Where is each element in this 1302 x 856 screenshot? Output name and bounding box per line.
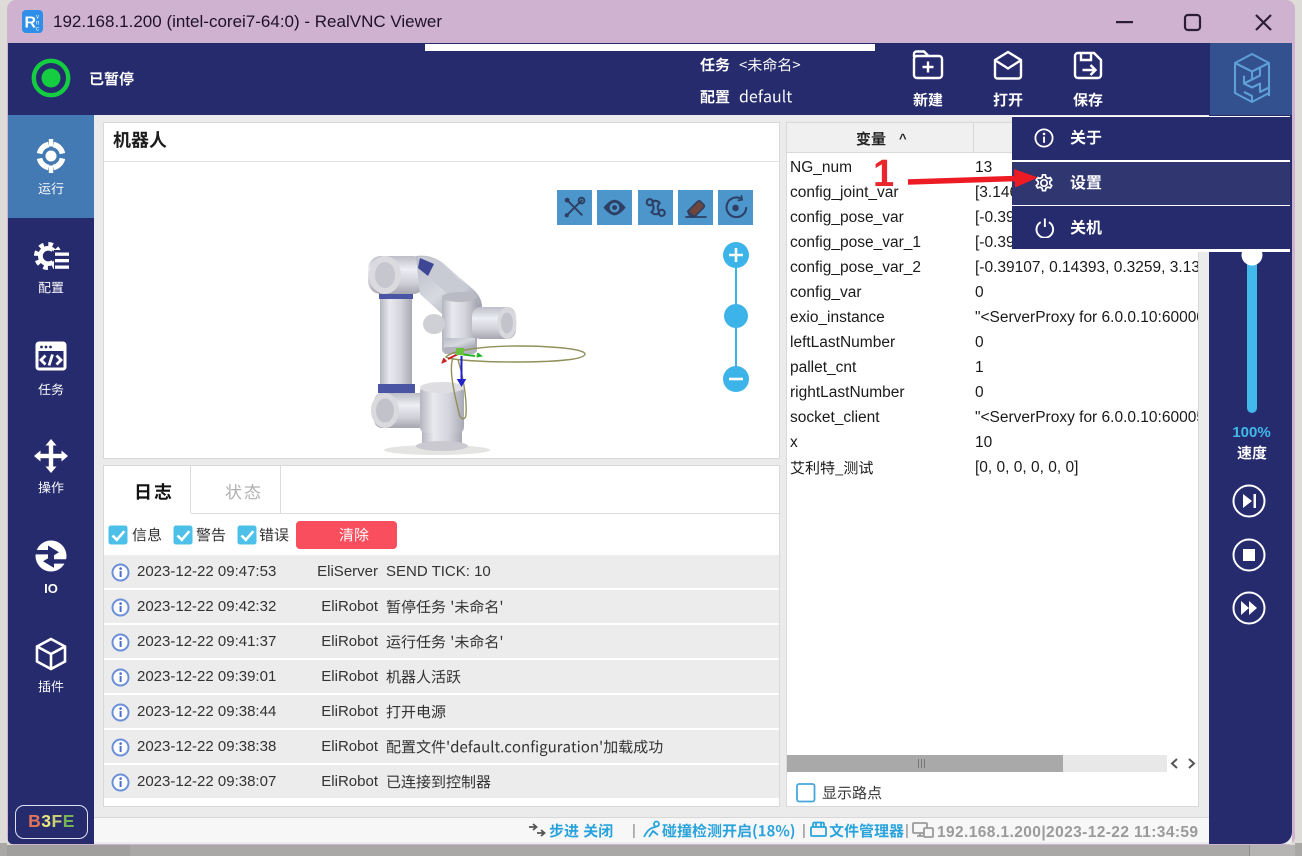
svg-text:1: 1 (873, 153, 894, 195)
svg-text:c: c (36, 27, 39, 33)
svg-text:R: R (25, 15, 37, 32)
